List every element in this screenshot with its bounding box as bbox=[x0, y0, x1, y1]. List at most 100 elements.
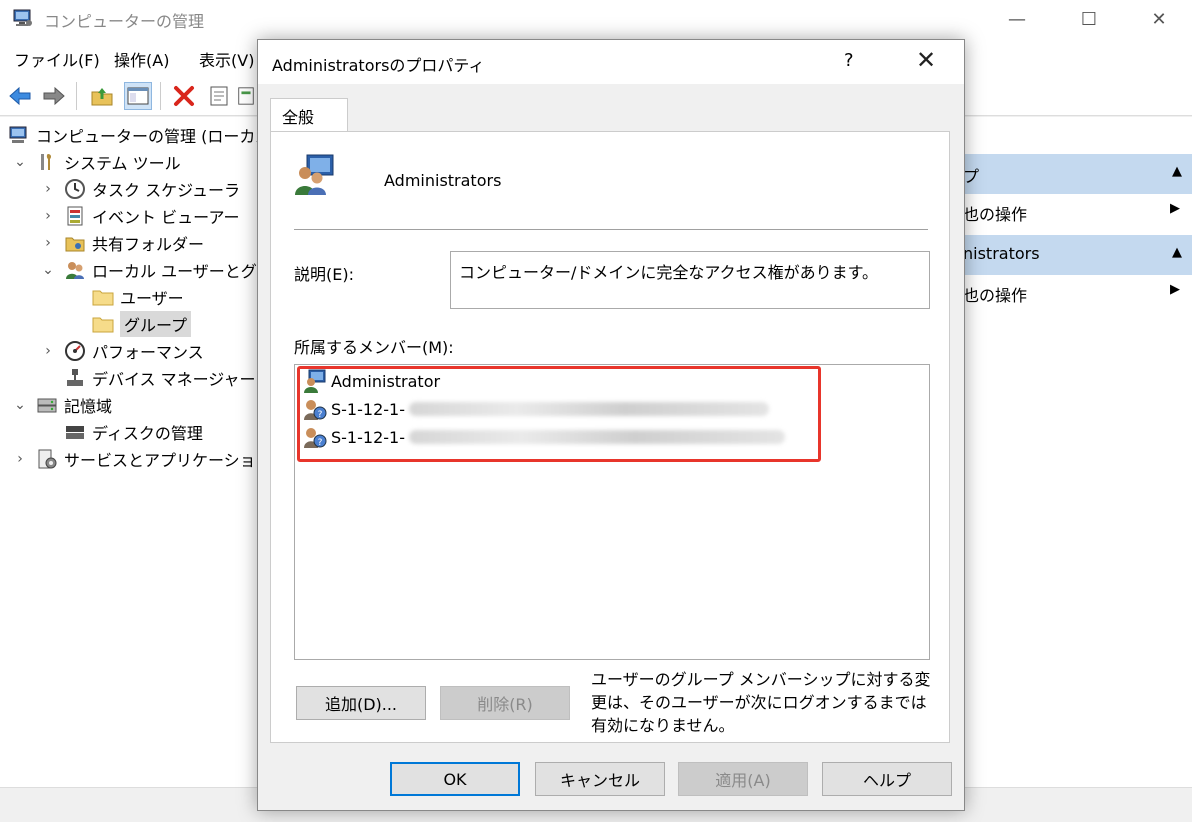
ok-button[interactable]: OK bbox=[390, 762, 520, 796]
tree-item-device-manager[interactable]: デバイス マネージャー bbox=[64, 365, 256, 391]
list-item[interactable]: Administrator bbox=[303, 367, 440, 395]
dialog-close-button[interactable]: ✕ bbox=[916, 46, 936, 74]
tree-label: デバイス マネージャー bbox=[92, 370, 256, 389]
minimize-button[interactable]: — bbox=[982, 0, 1052, 38]
clock-icon bbox=[64, 178, 86, 200]
properties-dialog: Administratorsのプロパティ ? ✕ 全般 Administrato… bbox=[257, 39, 965, 811]
collapse-up-icon[interactable]: ▲ bbox=[1172, 245, 1182, 260]
help-icon[interactable]: ? bbox=[844, 50, 854, 71]
tree-item-local-users-groups[interactable]: ⌄ ローカル ユーザーとグル bbox=[40, 257, 273, 283]
tree-item-system-tools[interactable]: ⌄ システム ツール bbox=[12, 149, 181, 175]
toolbar-separator bbox=[76, 82, 77, 110]
member-name: S-1-12-1- bbox=[331, 399, 405, 419]
actions-item-other[interactable]: 也の操作 ▶ bbox=[963, 275, 1192, 311]
apply-button[interactable]: 適用(A) bbox=[678, 762, 808, 796]
tab-label: 全般 bbox=[282, 108, 315, 127]
actions-header-administrators[interactable]: nistrators ▲ bbox=[963, 235, 1192, 275]
export-list-icon[interactable] bbox=[236, 82, 256, 110]
tree-item-event-viewer[interactable]: › イベント ビューアー bbox=[40, 203, 240, 229]
collapse-up-icon[interactable]: ▲ bbox=[1172, 164, 1182, 179]
window-title: コンピューターの管理 bbox=[44, 12, 205, 31]
actions-item-label: 也の操作 bbox=[963, 205, 1028, 224]
dialog-titlebar: Administratorsのプロパティ ? ✕ bbox=[258, 40, 964, 84]
tree-item-shared-folders[interactable]: › 共有フォルダー bbox=[40, 230, 204, 256]
storage-icon bbox=[36, 394, 58, 416]
expand-icon[interactable]: › bbox=[12, 451, 28, 467]
expand-icon[interactable]: › bbox=[40, 235, 56, 251]
tree-item-users[interactable]: ユーザー bbox=[92, 284, 184, 310]
actions-item-label: 也の操作 bbox=[963, 286, 1028, 305]
up-folder-icon[interactable] bbox=[88, 82, 116, 110]
toolbar-separator bbox=[160, 82, 161, 110]
expand-icon[interactable]: › bbox=[40, 208, 56, 224]
unknown-user-icon: ? bbox=[303, 397, 327, 421]
description-field[interactable]: コンピューター/ドメインに完全なアクセス権があります。 bbox=[450, 251, 930, 309]
tree-item-disk-management[interactable]: ディスクの管理 bbox=[64, 419, 203, 445]
disk-management-icon bbox=[64, 421, 86, 443]
tools-icon bbox=[36, 151, 58, 173]
users-icon bbox=[64, 259, 86, 281]
performance-icon bbox=[64, 340, 86, 362]
list-item[interactable]: ? S-1-12-1- bbox=[303, 395, 769, 423]
show-hide-tree-icon[interactable] bbox=[124, 82, 152, 110]
close-button[interactable]: ✕ bbox=[1124, 0, 1192, 38]
services-icon bbox=[36, 448, 58, 470]
menu-view[interactable]: 表示(V) bbox=[199, 47, 254, 71]
cancel-button[interactable]: キャンセル bbox=[535, 762, 665, 796]
folder-icon bbox=[92, 313, 114, 335]
expand-icon[interactable]: › bbox=[40, 181, 56, 197]
actions-header-groups[interactable]: プ ▲ bbox=[963, 154, 1192, 194]
menu-action[interactable]: 操作(A) bbox=[114, 47, 169, 71]
svg-text:?: ? bbox=[318, 410, 323, 420]
remove-button[interactable]: 削除(R) bbox=[440, 686, 570, 720]
tree-label: 記憶域 bbox=[64, 397, 113, 416]
members-list[interactable]: Administrator ? S-1-12-1- ? S-1-12-1- bbox=[294, 364, 930, 660]
expand-icon[interactable]: › bbox=[40, 343, 56, 359]
actions-header-label: nistrators bbox=[963, 244, 1040, 263]
tree-label: パフォーマンス bbox=[92, 343, 204, 362]
redacted-sid bbox=[408, 402, 769, 416]
forward-arrow-icon[interactable] bbox=[40, 82, 68, 110]
tree-item-task-scheduler[interactable]: › タスク スケジューラ bbox=[40, 176, 240, 202]
actions-item-other[interactable]: 也の操作 ▶ bbox=[963, 194, 1192, 230]
tab-general[interactable]: 全般 bbox=[270, 98, 348, 132]
menu-file[interactable]: ファイル(F) bbox=[14, 47, 100, 71]
collapse-icon[interactable]: ⌄ bbox=[40, 262, 56, 278]
console-tree: コンピューターの管理 (ローカル) ⌄ システム ツール › タスク スケジュー… bbox=[0, 117, 278, 787]
list-item[interactable]: ? S-1-12-1- bbox=[303, 423, 785, 451]
tree-item-performance[interactable]: › パフォーマンス bbox=[40, 338, 204, 364]
tree-label: ユーザー bbox=[120, 289, 184, 308]
delete-icon[interactable] bbox=[170, 82, 198, 110]
tree-label: ローカル ユーザーとグル bbox=[92, 262, 273, 281]
back-arrow-icon[interactable] bbox=[6, 82, 34, 110]
group-name: Administrators bbox=[384, 171, 502, 190]
svg-text:?: ? bbox=[318, 438, 323, 448]
maximize-button[interactable]: ☐ bbox=[1054, 0, 1124, 38]
tree-label: グループ bbox=[120, 311, 192, 337]
collapse-icon[interactable]: ⌄ bbox=[12, 397, 28, 413]
tree-item-services-apps[interactable]: › サービスとアプリケーション bbox=[12, 446, 272, 472]
tree-label: ディスクの管理 bbox=[92, 424, 203, 443]
computer-management-icon bbox=[12, 8, 34, 28]
computer-management-icon bbox=[8, 124, 30, 146]
tree-label: システム ツール bbox=[64, 154, 181, 173]
dialog-title: Administratorsのプロパティ bbox=[272, 56, 485, 75]
main-titlebar: コンピューターの管理 — ☐ ✕ bbox=[0, 0, 1192, 38]
tree-item-root[interactable]: コンピューターの管理 (ローカル) bbox=[8, 122, 278, 148]
add-button[interactable]: 追加(D)... bbox=[296, 686, 426, 720]
group-icon bbox=[293, 153, 337, 201]
collapse-icon[interactable]: ⌄ bbox=[12, 154, 28, 170]
membership-note: ユーザーのグループ メンバーシップに対する変更は、そのユーザーが次にログオンする… bbox=[591, 670, 931, 735]
submenu-arrow-icon: ▶ bbox=[1170, 201, 1180, 216]
folder-icon bbox=[92, 286, 114, 308]
actions-pane: プ ▲ 也の操作 ▶ nistrators ▲ 也の操作 ▶ bbox=[963, 117, 1192, 787]
tree-label: 共有フォルダー bbox=[92, 235, 205, 254]
tree-label: イベント ビューアー bbox=[92, 208, 240, 227]
tree-label: タスク スケジューラ bbox=[92, 181, 240, 200]
tree-item-storage[interactable]: ⌄ 記憶域 bbox=[12, 392, 112, 418]
members-label: 所属するメンバー(M): bbox=[294, 338, 454, 357]
tree-item-groups[interactable]: グループ bbox=[92, 311, 192, 337]
event-viewer-icon bbox=[64, 205, 86, 227]
help-button[interactable]: ヘルプ bbox=[822, 762, 952, 796]
properties-icon[interactable] bbox=[205, 82, 233, 110]
